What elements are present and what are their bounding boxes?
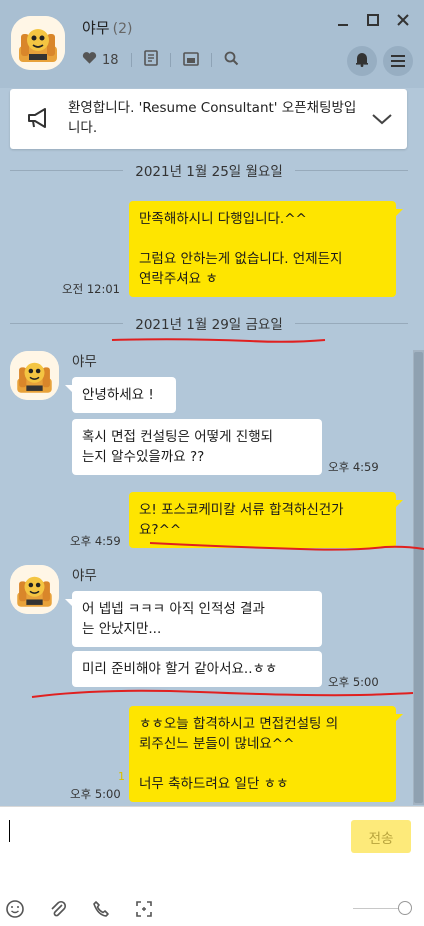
- call-icon[interactable]: [90, 898, 112, 920]
- scrollbar-thumb[interactable]: [414, 352, 423, 803]
- other-message-bubble[interactable]: 미리 준비해야 할거 같아서요..ㅎㅎ: [72, 651, 322, 687]
- text-cursor: [9, 820, 10, 842]
- message-time: 오후 5:00: [328, 675, 379, 689]
- other-message-bubble[interactable]: 안녕하세요 !: [65, 377, 176, 413]
- chat-title-text: 야무: [82, 19, 110, 37]
- notice-banner[interactable]: 환영합니다. 'Resume Consultant' 오픈채팅방입니다.: [10, 89, 407, 149]
- attach-icon[interactable]: [47, 898, 69, 920]
- my-message-bubble[interactable]: 만족해하시니 다행입니다.^^ 그럼요 안하는게 없습니다. 언제든지 연락주셔…: [129, 201, 403, 297]
- message-time: 오후 4:59: [328, 460, 379, 474]
- divider-line: [294, 169, 408, 171]
- slider-knob[interactable]: [398, 901, 412, 915]
- album-icon[interactable]: [182, 51, 199, 70]
- divider: [210, 53, 212, 67]
- divider: [169, 53, 171, 67]
- date-divider: 2021년 1월 29일 금요일: [10, 313, 408, 333]
- header-toolbar: 18: [82, 50, 239, 70]
- heart-icon: [82, 51, 97, 69]
- chat-title: 야무 (2): [82, 17, 132, 38]
- date-label: 2021년 1월 25일 월요일: [135, 164, 283, 180]
- other-message-bubble[interactable]: 혹시 면접 컨설팅은 어떻게 진행되 는지 알수있을까요 ??: [72, 419, 322, 475]
- search-icon[interactable]: [224, 51, 239, 70]
- notice-text: 환영합니다. 'Resume Consultant' 오픈채팅방입니다.: [68, 100, 357, 136]
- send-button[interactable]: 전송: [351, 820, 411, 853]
- bell-icon: [355, 51, 369, 71]
- notification-button[interactable]: [347, 46, 377, 76]
- likes-button[interactable]: 18: [82, 51, 119, 69]
- emoji-icon[interactable]: [4, 898, 26, 920]
- chatroom-avatar[interactable]: [11, 16, 65, 70]
- sender-name: 야무: [72, 568, 97, 584]
- window-controls: [336, 12, 410, 26]
- divider-line: [10, 322, 124, 324]
- menu-icon: [391, 52, 405, 71]
- member-count: (2): [112, 21, 133, 37]
- maximize-icon[interactable]: [366, 12, 380, 26]
- menu-button[interactable]: [383, 46, 413, 76]
- megaphone-icon: [26, 107, 52, 133]
- other-message-bubble[interactable]: 어 넵넵 ㅋㅋㅋ 아직 인적성 결과 는 안났지만...: [65, 591, 322, 647]
- message-time: 오전 12:01: [62, 282, 120, 296]
- date-divider: 2021년 1월 25일 월요일: [10, 160, 408, 180]
- chevron-down-icon[interactable]: [371, 111, 393, 130]
- date-label: 2021년 1월 29일 금요일: [135, 317, 283, 333]
- sender-avatar[interactable]: [10, 351, 59, 400]
- input-toolbar: [4, 898, 155, 920]
- unread-count: 1: [118, 770, 125, 783]
- likes-count: 18: [102, 52, 119, 68]
- my-message-bubble[interactable]: ㅎㅎ오늘 합격하시고 면접컨설팅 의 뢰주신느 분들이 많네요^^ 너무 축하드…: [129, 706, 403, 802]
- font-size-slider[interactable]: [353, 908, 403, 909]
- divider-line: [294, 322, 408, 324]
- message-time: 오후 4:59: [70, 534, 121, 548]
- divider: [130, 53, 132, 67]
- my-message-bubble[interactable]: 오! 포스코케미칼 서류 합격하신건가 요?^^: [129, 492, 403, 548]
- minimize-icon[interactable]: [336, 12, 350, 26]
- capture-icon[interactable]: [133, 898, 155, 920]
- sender-avatar[interactable]: [10, 565, 59, 614]
- close-icon[interactable]: [396, 12, 410, 26]
- message-time: 오후 5:00: [70, 787, 121, 801]
- notes-icon[interactable]: [143, 50, 158, 70]
- sender-name: 야무: [72, 354, 97, 370]
- divider-line: [10, 169, 124, 171]
